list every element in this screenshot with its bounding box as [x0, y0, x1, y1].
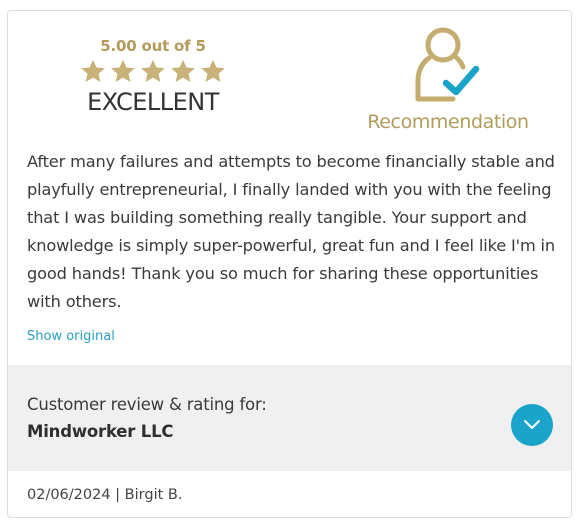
- star-icon: [201, 59, 225, 82]
- rating-score: 5.00 out of 5: [100, 37, 206, 55]
- show-original-link[interactable]: Show original: [27, 329, 115, 344]
- star-icon: [141, 59, 165, 82]
- star-icon: [111, 59, 135, 82]
- expand-button[interactable]: [511, 404, 553, 446]
- chevron-down-icon: [524, 420, 540, 429]
- company-name: Mindworker LLC: [27, 422, 174, 441]
- star-rating: [68, 58, 238, 85]
- rating-block: 5.00 out of 5 EXCELLENT: [68, 37, 238, 116]
- review-date-author: 02/06/2024 | Birgit B.: [27, 487, 183, 503]
- recommendation-label: Recommendation: [367, 111, 529, 133]
- company-caption: Customer review & rating for:: [27, 395, 267, 414]
- company-section: Customer review & rating for: Mindworker…: [8, 365, 571, 471]
- user-check-icon: [415, 27, 480, 102]
- rating-label: EXCELLENT: [87, 88, 219, 116]
- star-icon: [81, 59, 105, 82]
- review-card: 5.00 out of 5 EXCELLENT Recommendation A…: [7, 10, 572, 518]
- review-text: After many failures and attempts to beco…: [27, 152, 556, 311]
- star-icon: [171, 59, 195, 82]
- recommendation-block: Recommendation: [358, 25, 538, 133]
